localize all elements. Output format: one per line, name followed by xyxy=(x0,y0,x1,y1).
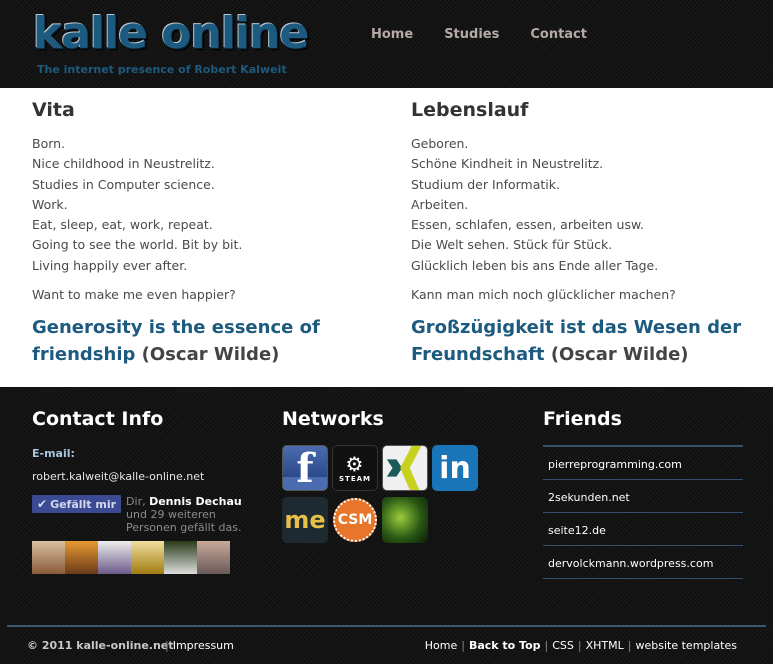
csm-icon[interactable]: CSM xyxy=(332,497,378,543)
lebenslauf-list: Geboren. Schöne Kindheit in Neustrelitz.… xyxy=(411,134,771,276)
nav-studies[interactable]: Studies xyxy=(444,27,499,42)
xhtml-link[interactable]: XHTML xyxy=(586,639,624,652)
email-label: E-mail: xyxy=(32,447,75,460)
like-button[interactable]: ✔ Gefällt mir xyxy=(32,495,122,513)
vita-title: Vita xyxy=(32,99,75,121)
vita-line: Eat, sleep, eat, work, repeat. xyxy=(32,217,213,233)
lebenslauf-title: Lebenslauf xyxy=(411,99,529,121)
lebenslauf-column: Lebenslauf Geboren. Schöne Kindheit in N… xyxy=(411,88,771,368)
lebenslauf-line: Arbeiten. xyxy=(411,196,469,212)
vita-question: Want to make me even happier? xyxy=(32,287,236,303)
lebenslauf-line: Geboren. xyxy=(411,136,469,151)
networks-section: Networks f ⚙ STEAM in me CSM xyxy=(282,408,502,543)
nav-contact[interactable]: Contact xyxy=(530,27,587,42)
friends-section: Friends pierreprogramming.com 2sekunden.… xyxy=(543,408,743,579)
email-address[interactable]: robert.kalweit@kalle-online.net xyxy=(32,470,252,483)
friend-photo[interactable] xyxy=(131,541,164,574)
friend-faces xyxy=(32,541,252,574)
friend-link[interactable]: 2sekunden.net xyxy=(548,491,630,504)
friend-photo[interactable] xyxy=(98,541,131,574)
vita-list: Born. Nice childhood in Neustrelitz. Stu… xyxy=(32,134,392,276)
quote-author: (Oscar Wilde) xyxy=(141,344,280,366)
like-suffix: und 29 weiteren Personen gefällt das. xyxy=(126,508,242,534)
friend-link[interactable]: seite12.de xyxy=(548,524,606,537)
main-nav: Home Studies Contact xyxy=(371,27,618,42)
network-icons: f ⚙ STEAM in me CSM xyxy=(282,445,502,543)
website-templates-link[interactable]: website templates xyxy=(636,639,738,652)
friend-photo[interactable] xyxy=(65,541,98,574)
footer-divider xyxy=(7,625,766,627)
vita-line: Living happily ever after. xyxy=(32,257,188,273)
separator: | xyxy=(165,639,169,652)
friend-link[interactable]: pierreprogramming.com xyxy=(548,458,682,471)
vita-line: Work. xyxy=(32,196,68,212)
like-text: Dir, Dennis Dechau und 29 weiteren Perso… xyxy=(126,495,252,534)
site-logo[interactable]: kalle online xyxy=(33,8,309,59)
vita-quote: Generosity is the essence of friendship … xyxy=(32,314,392,368)
contact-info-section: Contact Info E-mail: robert.kalweit@kall… xyxy=(32,408,252,574)
vita-line: Born. xyxy=(32,136,66,151)
friend-item: 2sekunden.net xyxy=(543,480,743,513)
me-icon[interactable]: me xyxy=(282,497,328,543)
friend-item: seite12.de xyxy=(543,513,743,546)
friend-photo[interactable] xyxy=(32,541,65,574)
networks-title: Networks xyxy=(282,408,384,430)
impressum-link[interactable]: Impressum xyxy=(173,639,234,652)
separator: | xyxy=(544,639,549,652)
lebenslauf-line: Die Welt sehen. Stück für Stück. xyxy=(411,237,613,253)
lebenslauf-question: Kann man mich noch glücklicher machen? xyxy=(411,287,676,303)
checkmark-icon: ✔ xyxy=(37,497,48,511)
like-button-label: Gefällt mir xyxy=(50,497,117,511)
separator: | xyxy=(577,639,582,652)
vita-line: Studies in Computer science. xyxy=(32,176,215,192)
lebenslauf-line: Glücklich leben bis ans Ende aller Tage. xyxy=(411,257,659,273)
site-tagline: The internet presence of Robert Kalweit xyxy=(37,63,287,76)
friend-item: pierreprogramming.com xyxy=(543,447,743,480)
friends-list: pierreprogramming.com 2sekunden.net seit… xyxy=(543,445,743,579)
separator: | xyxy=(461,639,465,652)
vita-line: Nice childhood in Neustrelitz. xyxy=(32,156,215,172)
lebenslauf-quote: Großzügigkeit ist das Wesen der Freundsc… xyxy=(411,314,771,368)
contact-info-title: Contact Info xyxy=(32,408,164,430)
friend-photo[interactable] xyxy=(197,541,230,574)
lebenslauf-line: Schöne Kindheit in Neustrelitz. xyxy=(411,156,604,172)
footer-links: Home | Back to Top | CSS | XHTML | websi… xyxy=(425,639,737,652)
game-avatar-icon[interactable] xyxy=(382,497,428,543)
vita-line: Going to see the world. Bit by bit. xyxy=(32,237,243,253)
friend-photo[interactable] xyxy=(164,541,197,574)
xing-icon[interactable] xyxy=(382,445,428,491)
facebook-icon[interactable]: f xyxy=(282,445,328,491)
back-to-top-link[interactable]: Back to Top xyxy=(469,639,541,652)
friend-link[interactable]: dervolckmann.wordpress.com xyxy=(548,557,713,570)
lebenslauf-line: Studium der Informatik. xyxy=(411,176,560,192)
separator: | xyxy=(627,639,632,652)
like-prefix: Dir, xyxy=(126,495,146,508)
facebook-like-widget: ✔ Gefällt mir Dir, Dennis Dechau und 29 … xyxy=(32,495,252,534)
like-friend-name[interactable]: Dennis Dechau xyxy=(149,495,242,508)
quote-author: (Oscar Wilde) xyxy=(550,344,689,366)
friend-item: dervolckmann.wordpress.com xyxy=(543,546,743,579)
site-header: kalle online The internet presence of Ro… xyxy=(0,0,773,88)
nav-home[interactable]: Home xyxy=(371,27,413,42)
steam-icon[interactable]: ⚙ STEAM xyxy=(332,445,378,491)
vita-column: Vita Born. Nice childhood in Neustrelitz… xyxy=(32,88,392,368)
impressum-area: | Impressum xyxy=(165,639,234,652)
linkedin-icon[interactable]: in xyxy=(432,445,478,491)
lebenslauf-line: Essen, schlafen, essen, arbeiten usw. xyxy=(411,217,645,233)
footer-home-link[interactable]: Home xyxy=(425,639,457,652)
css-link[interactable]: CSS xyxy=(552,639,574,652)
main-content: Vita Born. Nice childhood in Neustrelitz… xyxy=(0,88,773,387)
copyright: © 2011 kalle-online.net xyxy=(27,639,174,652)
friends-title: Friends xyxy=(543,408,622,430)
